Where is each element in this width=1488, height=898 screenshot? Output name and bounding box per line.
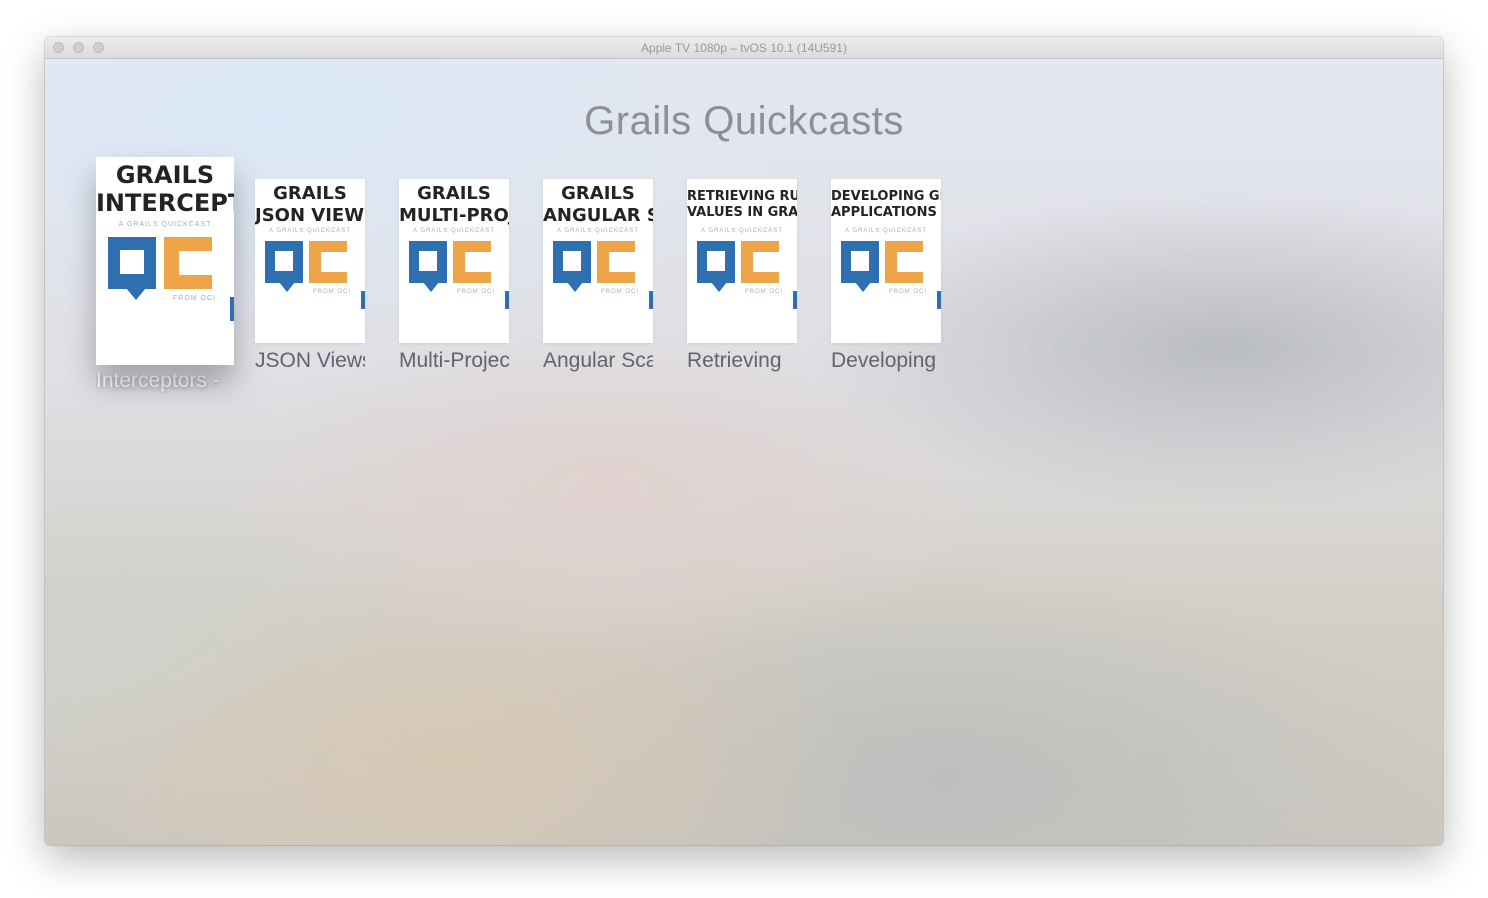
qc-logo-q-icon [841, 241, 879, 292]
qc-logo-c-icon [164, 237, 212, 289]
poster-from: FROM OCI [173, 295, 216, 302]
poster-title-line2: MULTI-PROJECT BUILDS [399, 205, 509, 226]
poster-from: FROM OCI [745, 289, 783, 295]
shelf-item-developing[interactable]: DEVELOPING GRAILS APPLICATIONS WITH Inte… [831, 179, 941, 373]
shelf-item-retrieving[interactable]: RETRIEVING RUNTIME VALUES IN GRAILS A GR… [687, 179, 797, 373]
qc-logo-c-icon [741, 241, 779, 283]
window-titlebar[interactable]: Apple TV 1080p – tvOS 10.1 (14U591) [45, 37, 1443, 59]
poster-subtitle: A GRAILS QUICKCAST [556, 228, 640, 234]
poster-accent-bar [793, 291, 797, 309]
item-label: Retrieving [687, 349, 782, 372]
qc-logo-q-icon [697, 241, 735, 292]
qc-logo-q-icon [108, 237, 156, 300]
poster-image: GRAILS INTERCEPTORS A GRAILS QUICKCAST F… [96, 157, 234, 365]
shelf-item-angular-scaffolding[interactable]: GRAILS ANGULAR SCAFFOLDING A GRAILS QUIC… [543, 179, 653, 373]
poster-title-line1: DEVELOPING GRAILS [831, 189, 941, 204]
poster-image: DEVELOPING GRAILS APPLICATIONS WITH Inte… [831, 179, 941, 343]
qc-logo-c-icon [309, 241, 347, 283]
poster-title-line2: VALUES IN GRAILS [687, 205, 797, 220]
page-title: Grails Quickcasts [584, 99, 904, 143]
poster-title-line1: GRAILS [561, 183, 635, 204]
poster-accent-bar [649, 291, 653, 309]
poster-subtitle: A GRAILS QUICKCAST [268, 228, 352, 234]
shelf-item-multi-project[interactable]: GRAILS MULTI-PROJECT BUILDS A GRAILS QUI… [399, 179, 509, 373]
qc-logo-q-icon [553, 241, 591, 292]
qc-logo-c-icon [885, 241, 923, 283]
poster-title-line1: GRAILS [417, 183, 491, 204]
qc-logo-c-icon [597, 241, 635, 283]
tv-screen: Grails Quickcasts GRAILS INTERCEPTORS A … [45, 59, 1443, 845]
poster-title-line1: RETRIEVING RUNTIME [687, 189, 797, 204]
poster-from: FROM OCI [601, 289, 639, 295]
poster-from: FROM OCI [889, 289, 927, 295]
poster-subtitle: A GRAILS QUICKCAST [700, 228, 784, 234]
item-label: Interceptors - [96, 369, 220, 392]
poster-image: GRAILS ANGULAR SCAFFOLDING A GRAILS QUIC… [543, 179, 653, 343]
poster-from: FROM OCI [313, 289, 351, 295]
qc-logo-c-icon [453, 241, 491, 283]
poster-accent-bar [937, 291, 941, 309]
poster-accent-bar [361, 291, 365, 309]
poster-title-line2: INTERCEPTORS [96, 189, 234, 217]
poster-title-line1: GRAILS [115, 161, 215, 189]
qc-logo-q-icon [265, 241, 303, 292]
poster-image: RETRIEVING RUNTIME VALUES IN GRAILS A GR… [687, 179, 797, 343]
item-label: Developing [831, 349, 937, 372]
poster-accent-bar [505, 291, 509, 309]
poster-accent-bar [230, 297, 234, 321]
item-label: Angular Scaffolding [543, 349, 653, 372]
poster-title-line1: GRAILS [273, 183, 347, 204]
simulator-window: Apple TV 1080p – tvOS 10.1 (14U591) Grai… [45, 37, 1443, 845]
poster-title-line2: JSON VIEWS [255, 205, 365, 226]
shelf-item-interceptors[interactable]: GRAILS INTERCEPTORS A GRAILS QUICKCAST F… [96, 157, 234, 393]
qc-logo-q-icon [409, 241, 447, 292]
poster-image: GRAILS JSON VIEWS A GRAILS QUICKCAST FRO… [255, 179, 365, 343]
poster-subtitle: A GRAILS QUICKCAST [118, 221, 212, 228]
poster-subtitle: A GRAILS QUICKCAST [412, 228, 496, 234]
item-label: Multi-Project [399, 349, 509, 372]
poster-from: FROM OCI [457, 289, 495, 295]
item-label: JSON Views [255, 349, 365, 372]
window-title: Apple TV 1080p – tvOS 10.1 (14U591) [641, 41, 847, 55]
poster-subtitle: A GRAILS QUICKCAST [844, 228, 928, 234]
shelf-item-json-views[interactable]: GRAILS JSON VIEWS A GRAILS QUICKCAST FRO… [255, 179, 365, 373]
poster-title-line2: ANGULAR SCAFFOLDING [543, 205, 653, 226]
poster-image: GRAILS MULTI-PROJECT BUILDS A GRAILS QUI… [399, 179, 509, 343]
poster-title-line2: APPLICATIONS WITH IntelliJ [831, 205, 941, 220]
